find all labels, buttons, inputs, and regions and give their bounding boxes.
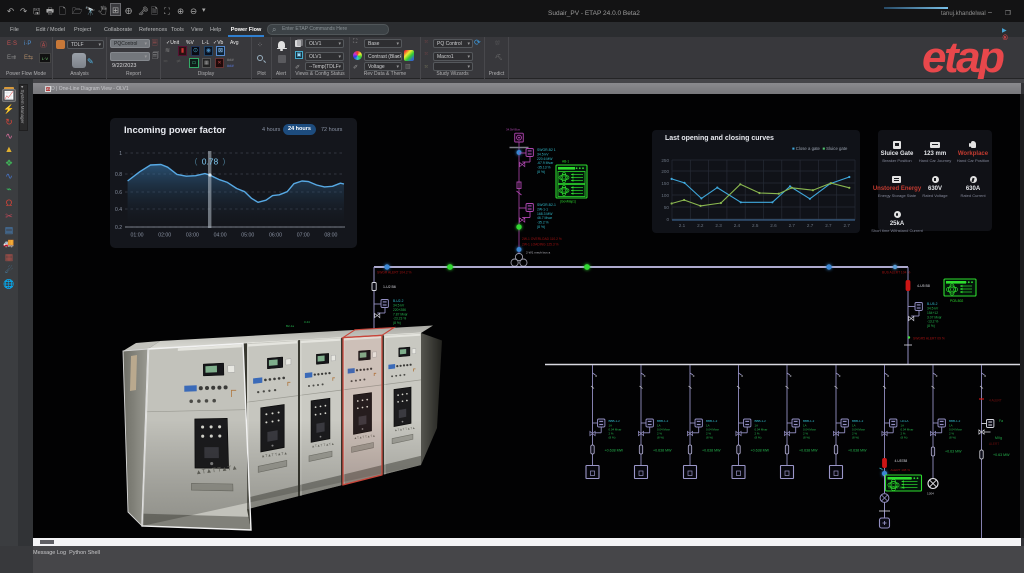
svg-text:2.7: 2.7 bbox=[807, 223, 814, 228]
svg-text:200: 200 bbox=[661, 169, 669, 174]
svg-text:01:00: 01:00 bbox=[131, 233, 144, 239]
svg-text:2.4: 2.4 bbox=[734, 223, 741, 228]
svg-text:0.4: 0.4 bbox=[115, 207, 122, 213]
svg-text:2.2: 2.2 bbox=[697, 223, 704, 228]
svg-text:250: 250 bbox=[661, 158, 669, 163]
svg-text:0: 0 bbox=[666, 217, 669, 222]
svg-text:2.3: 2.3 bbox=[715, 223, 722, 228]
svg-text:50: 50 bbox=[664, 205, 670, 210]
svg-text:03:00: 03:00 bbox=[186, 233, 199, 239]
svg-text:05:00: 05:00 bbox=[241, 233, 254, 239]
svg-text:08:00: 08:00 bbox=[324, 233, 337, 239]
svg-text:2.7: 2.7 bbox=[844, 223, 851, 228]
svg-text:2.6: 2.6 bbox=[770, 223, 777, 228]
svg-text:0.78: 0.78 bbox=[202, 157, 219, 167]
svg-text:150: 150 bbox=[661, 181, 669, 186]
svg-text:1: 1 bbox=[119, 151, 122, 157]
svg-text:0.8: 0.8 bbox=[115, 172, 122, 178]
svg-text:0.2: 0.2 bbox=[115, 225, 122, 231]
svg-text:04:00: 04:00 bbox=[214, 233, 227, 239]
svg-text:0.6: 0.6 bbox=[115, 190, 122, 196]
svg-text:100: 100 bbox=[661, 193, 669, 198]
svg-text:02:00: 02:00 bbox=[158, 233, 171, 239]
svg-text:07:00: 07:00 bbox=[297, 233, 310, 239]
svg-text:2.7: 2.7 bbox=[825, 223, 832, 228]
svg-text:06:00: 06:00 bbox=[269, 233, 282, 239]
svg-text:): ) bbox=[223, 157, 226, 166]
svg-text:(: ( bbox=[195, 157, 198, 166]
svg-text:2.1: 2.1 bbox=[679, 223, 686, 228]
svg-text:2.7: 2.7 bbox=[789, 223, 796, 228]
svg-text:2.5: 2.5 bbox=[752, 223, 759, 228]
